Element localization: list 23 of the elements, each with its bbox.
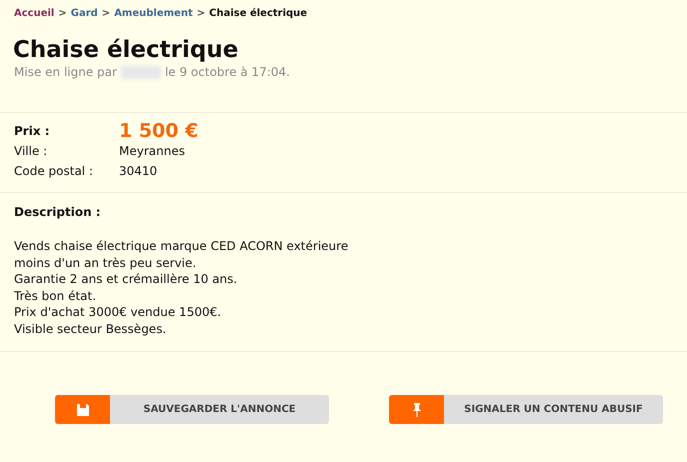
page-title: Chaise électrique	[12, 36, 240, 65]
field-value: 30410	[119, 164, 158, 178]
field-label: Ville :	[14, 144, 48, 158]
floppy-icon	[76, 404, 88, 416]
price-value: 1 500 €	[119, 119, 198, 143]
field-label: Code postal :	[14, 164, 94, 178]
field-value: Meyrannes	[119, 144, 185, 158]
redacted-name	[120, 66, 161, 78]
breadcrumb-link[interactable]: Gard	[70, 8, 98, 19]
save-button[interactable]: SAUVEGARDER L'ANNONCE	[55, 395, 329, 424]
pin-icon	[412, 402, 420, 416]
posted-date: le 9 octobre à 17:04.	[164, 65, 290, 79]
breadcrumb-separator: >	[102, 8, 110, 19]
breadcrumb-link[interactable]: Accueil	[14, 8, 54, 19]
description-text: Vends chaise électrique marque CED ACORN extérieure moins d'un an très peu servie. Garantie 2 ans et crémaillère 10 ans. Très bon état. Prix d'achat 3000€ vendue 1500€. Visible secteur Bessèges.	[14, 238, 350, 337]
current-page-label: Chaise électrique	[209, 8, 308, 19]
breadcrumb-link[interactable]: Ameublement	[114, 8, 193, 19]
price-label: Prix :	[14, 124, 51, 138]
report-button[interactable]: SIGNALER UN CONTENU ABUSIF	[389, 395, 663, 424]
posted-text: Mise en ligne par	[14, 65, 117, 79]
description-label: Description :	[14, 205, 102, 219]
breadcrumb-separator: >	[196, 8, 206, 19]
breadcrumb-separator: >	[58, 8, 67, 19]
